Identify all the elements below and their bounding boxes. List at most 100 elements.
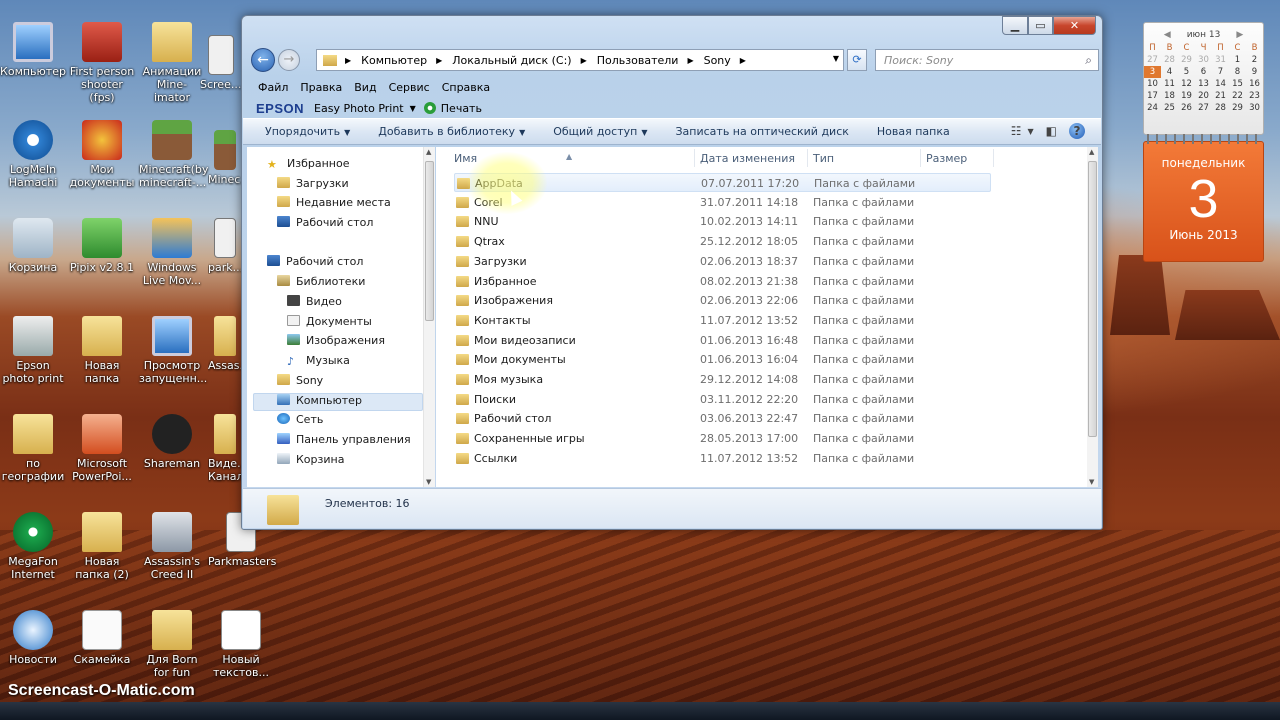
menu-file[interactable]: Файл [258, 78, 288, 98]
maximize-button[interactable]: ▭ [1028, 16, 1053, 35]
breadcrumb-separator-icon[interactable]: ▶ [687, 56, 693, 65]
add-to-library-button[interactable]: Добавить в библиотеку ▼ [378, 125, 525, 138]
column-divider[interactable] [920, 149, 921, 167]
nav-sony[interactable]: Sony [277, 372, 323, 390]
burn-disc-button[interactable]: Записать на оптический диск [675, 125, 848, 138]
nav-control-panel[interactable]: Панель управления [277, 431, 411, 449]
breadcrumb-local-disk[interactable]: Локальный диск (C:) [452, 54, 571, 67]
new-folder-button[interactable]: Новая папка [877, 125, 950, 138]
calendar-day[interactable]: 7 [1212, 66, 1229, 78]
file-row[interactable]: Ссылки 11.07.2012 13:52 Папка с файлами [454, 449, 991, 468]
desktop-icon-viewer[interactable]: Просмотр запущенн... [139, 316, 207, 385]
back-button[interactable]: ← [251, 48, 275, 72]
organize-button[interactable]: Упорядочить ▼ [265, 125, 350, 138]
file-row[interactable]: Рабочий стол 03.06.2013 22:47 Папка с файл… [454, 409, 991, 428]
forward-button[interactable]: → [278, 49, 300, 71]
refresh-button[interactable]: ⟳ [847, 49, 867, 71]
desktop-icon-assassin[interactable]: Assas... [208, 316, 241, 372]
desktop-icon-assassins-creed[interactable]: Assassin's Creed II [139, 512, 205, 581]
calendar-day[interactable]: 22 [1229, 90, 1246, 102]
file-row[interactable]: Избранное 08.02.2013 21:38 Папка с файлами [454, 272, 991, 291]
file-row[interactable]: Моя музыка 29.12.2012 14:08 Папка с файлам… [454, 370, 991, 389]
close-button[interactable]: ✕ [1053, 16, 1096, 35]
desktop-icon-news[interactable]: Новости [0, 610, 66, 666]
column-divider[interactable] [993, 149, 994, 167]
nav-video[interactable]: Видео [287, 293, 342, 311]
desktop-icon-mine-imator[interactable]: Анимации Mine-imator [139, 22, 205, 104]
file-row[interactable]: Corel 31.07.2011 14:18 Папка с файлами [454, 193, 991, 212]
calendar-day-today[interactable]: 3 [1144, 66, 1161, 78]
calendar-day[interactable]: 29 [1178, 54, 1195, 66]
taskbar[interactable] [0, 702, 1280, 720]
calendar-day[interactable]: 30 [1246, 102, 1263, 114]
scroll-up-icon[interactable]: ▲ [1089, 148, 1094, 156]
calendar-day[interactable]: 6 [1195, 66, 1212, 78]
breadcrumb-separator-icon[interactable]: ▶ [436, 56, 442, 65]
calendar-day[interactable]: 13 [1195, 78, 1212, 90]
file-row[interactable]: Qtrax 25.12.2012 18:05 Папка с файлами [454, 232, 991, 251]
epson-print-button[interactable]: Печать [441, 102, 482, 115]
minimize-button[interactable]: ▁ [1002, 16, 1028, 35]
file-row[interactable]: Сохраненные игры 28.05.2013 17:00 Папка с … [454, 429, 991, 448]
calendar-day[interactable]: 4 [1161, 66, 1178, 78]
file-row[interactable]: Контакты 11.07.2012 13:52 Папка с файлами [454, 311, 991, 330]
calendar-day[interactable]: 10 [1144, 78, 1161, 90]
calendar-day[interactable]: 23 [1246, 90, 1263, 102]
nav-network[interactable]: Сеть [277, 411, 323, 429]
calendar-day[interactable]: 26 [1178, 102, 1195, 114]
desktop-icon-born-for-fun[interactable]: Для Born for fun [139, 610, 205, 679]
share-button[interactable]: Общий доступ ▼ [553, 125, 647, 138]
search-input[interactable]: Поиск: Sony ⌕ [875, 49, 1099, 71]
calendar-day[interactable]: 12 [1178, 78, 1195, 90]
menu-tools[interactable]: Сервис [389, 78, 430, 98]
desktop-icon-powerpoint[interactable]: Microsoft PowerPoi... [69, 414, 135, 483]
breadcrumb-separator-icon[interactable]: ▶ [740, 56, 746, 65]
calendar-day[interactable]: 18 [1161, 90, 1178, 102]
calendar-day[interactable]: 21 [1212, 90, 1229, 102]
calendar-day[interactable]: 14 [1212, 78, 1229, 90]
desktop-icon-bench[interactable]: Скамейка [69, 610, 135, 666]
view-options-icon[interactable]: ☷ [1011, 124, 1022, 138]
column-type[interactable]: Тип [813, 152, 834, 165]
chevron-down-icon[interactable]: ▼ [410, 104, 416, 113]
calendar-gadget-day[interactable]: понедельник 3 Июнь 2013 [1143, 141, 1264, 262]
breadcrumb-users[interactable]: Пользователи [597, 54, 679, 67]
calendar-day[interactable]: 27 [1144, 54, 1161, 66]
column-size[interactable]: Размер [926, 152, 967, 165]
nav-recent-places[interactable]: Недавние места [277, 194, 391, 212]
nav-favorites[interactable]: ★ Избранное [267, 155, 349, 173]
calendar-day[interactable]: 30 [1195, 54, 1212, 66]
file-row[interactable]: Мои видеозаписи 01.06.2013 16:48 Папка с ф… [454, 331, 991, 350]
scrollbar-thumb[interactable] [425, 161, 434, 321]
preview-pane-icon[interactable]: ◧ [1046, 124, 1057, 138]
desktop-icon-epson[interactable]: Epson photo print [0, 316, 66, 385]
calendar-day[interactable]: 2 [1246, 54, 1263, 66]
calendar-day[interactable]: 19 [1178, 90, 1195, 102]
calendar-day[interactable]: 9 [1246, 66, 1263, 78]
desktop-icon-screen[interactable]: Scree... [200, 35, 241, 91]
nav-libraries[interactable]: Библиотеки [277, 273, 365, 291]
file-list-scrollbar[interactable]: ▲ ▼ [1087, 147, 1098, 487]
nav-pictures[interactable]: Изображения [287, 332, 385, 350]
breadcrumb-sony[interactable]: Sony [704, 54, 731, 67]
calendar-day[interactable]: 28 [1212, 102, 1229, 114]
nav-recycle-bin[interactable]: Корзина [277, 451, 344, 469]
file-row[interactable]: NNU 10.02.2013 14:11 Папка с файлами [454, 212, 991, 231]
address-dropdown-icon[interactable]: ▼ [833, 54, 839, 63]
calendar-day[interactable]: 5 [1178, 66, 1195, 78]
desktop-icon-park[interactable]: park... [208, 218, 241, 274]
column-divider[interactable] [807, 149, 808, 167]
calendar-day[interactable]: 20 [1195, 90, 1212, 102]
calendar-gadget-month[interactable]: ◀ июн 13 ▶ П В С Ч П С В 27 28 29 30 31 1 … [1143, 22, 1264, 135]
desktop-icon-new-folder[interactable]: Новая папка [69, 316, 135, 385]
breadcrumb-separator-icon[interactable]: ▶ [581, 56, 587, 65]
desktop-icon-new-text[interactable]: Новый текстов... [208, 610, 274, 679]
calendar-day[interactable]: 17 [1144, 90, 1161, 102]
desktop-icon-minecraft-2[interactable]: Minec... [208, 130, 241, 186]
desktop-icon-video-channel[interactable]: Виде... Канал... [208, 414, 241, 483]
desktop-icon-pipix[interactable]: Pipix v2.8.1 [69, 218, 135, 274]
calendar-day[interactable]: 29 [1229, 102, 1246, 114]
calendar-day[interactable]: 27 [1195, 102, 1212, 114]
breadcrumb-computer[interactable]: Компьютер [361, 54, 427, 67]
column-divider[interactable] [694, 149, 695, 167]
